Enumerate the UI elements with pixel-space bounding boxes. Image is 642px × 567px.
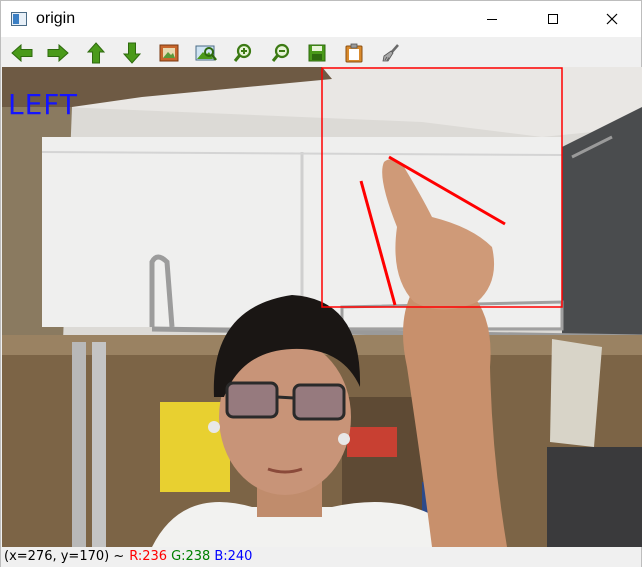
image-canvas[interactable]: LEFT [2, 67, 642, 547]
zoom-in-icon [233, 43, 252, 62]
maximize-icon [548, 14, 558, 24]
window-side [562, 107, 642, 367]
direction-label: LEFT [8, 88, 79, 121]
status-red-value: R:236 [129, 549, 168, 564]
camera-frame [2, 67, 642, 547]
zoom-out-button[interactable] [269, 41, 293, 65]
right-earbud [338, 433, 350, 445]
app-icon [11, 12, 27, 26]
pan-left-button[interactable] [10, 41, 34, 65]
zoom-x1-button[interactable] [157, 41, 181, 65]
status-blue-value: B:240 [214, 549, 253, 564]
clipboard-icon [345, 43, 363, 63]
maximize-button[interactable] [530, 1, 576, 37]
opencv-window: origin LEFT (x=276, y=170) ~ R:236 G:238… [0, 0, 642, 567]
status-green-value: G:238 [171, 549, 211, 564]
glasses-left-lens [225, 381, 279, 419]
pan-right-button[interactable] [46, 41, 70, 65]
image-icon [159, 44, 179, 62]
glasses-bridge [276, 395, 295, 400]
brush-icon [382, 44, 399, 62]
zoom-image-icon [195, 45, 217, 61]
properties-button[interactable] [379, 41, 403, 65]
zoom-in-button[interactable] [231, 41, 255, 65]
arrow-down-icon [123, 42, 141, 64]
status-bar: (x=276, y=170) ~ R:236 G:238 B:240 [1, 547, 641, 567]
glasses-right-lens [292, 383, 346, 421]
arrow-up-icon [87, 42, 105, 64]
title-bar[interactable]: origin [1, 1, 641, 37]
zoom-out-icon [271, 43, 290, 62]
bag-right [547, 447, 642, 547]
zoom-fit-button[interactable] [194, 41, 218, 65]
minimize-icon [487, 18, 497, 20]
save-icon [308, 44, 326, 62]
book-box [347, 427, 397, 457]
save-button[interactable] [305, 41, 329, 65]
ladder-left-rail [72, 342, 86, 547]
minimize-button[interactable] [469, 1, 515, 37]
close-icon [606, 13, 618, 25]
status-coordinates: (x=276, y=170) ~ [4, 549, 125, 564]
left-earbud [208, 421, 220, 433]
arrow-right-icon [47, 44, 69, 62]
ladder-right-rail [92, 342, 106, 547]
pan-down-button[interactable] [120, 41, 144, 65]
copy-clipboard-button[interactable] [342, 41, 366, 65]
arrow-left-icon [11, 44, 33, 62]
close-button[interactable] [589, 1, 635, 37]
towel [550, 339, 602, 447]
toolbar [1, 37, 641, 67]
pan-up-button[interactable] [84, 41, 108, 65]
window-title: origin [36, 10, 76, 27]
